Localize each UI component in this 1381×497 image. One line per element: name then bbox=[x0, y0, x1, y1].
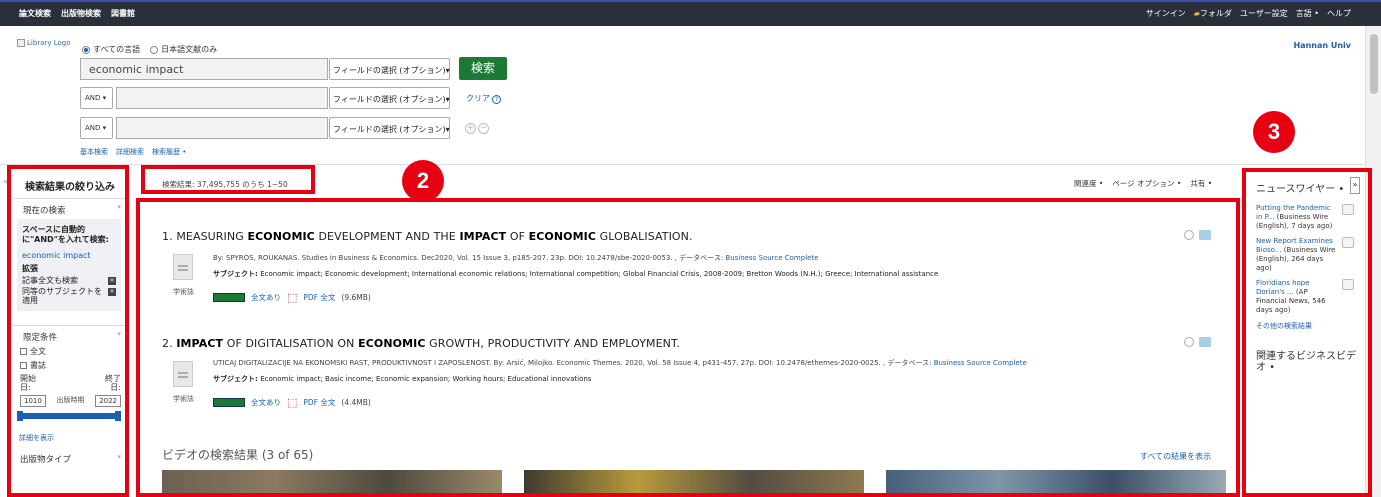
search-row-3: AND ▾ フィールドの選択 (オプション)▾ + − bbox=[80, 117, 489, 139]
search-row-1: economic impact フィールドの選択 (オプション)▾ 検索 bbox=[80, 57, 507, 80]
field-select-2[interactable]: フィールドの選択 (オプション)▾ bbox=[329, 87, 450, 109]
radio-icon bbox=[150, 45, 159, 54]
nav-folder-label: フォルダ bbox=[1199, 9, 1232, 18]
nav-library[interactable]: 図書館 bbox=[111, 8, 135, 19]
top-navigation-bar: 論文検索 出版物検索 図書館 サインイン ▰フォルダ ユーザー設定 言語 • ヘ… bbox=[0, 0, 1381, 26]
search-mode-links: 基本検索 詳細検索 検索履歴 • bbox=[80, 147, 186, 157]
bool-operator-2[interactable]: AND ▾ bbox=[80, 87, 113, 109]
share-dropdown[interactable]: 共有 • bbox=[1190, 178, 1212, 189]
bool-operator-2-label: AND bbox=[85, 94, 101, 102]
field-select-3[interactable]: フィールドの選択 (オプション)▾ bbox=[329, 117, 450, 139]
annotation-box-sidebar bbox=[7, 165, 129, 497]
annotation-box-results bbox=[136, 198, 1240, 497]
clear-link[interactable]: クリア? bbox=[466, 93, 501, 104]
nav-help[interactable]: ヘルプ bbox=[1327, 8, 1351, 19]
annotation-box-count bbox=[141, 165, 315, 194]
nav-sign-in[interactable]: サインイン bbox=[1146, 8, 1186, 19]
search-history-link[interactable]: 検索履歴 • bbox=[152, 147, 186, 157]
chevron-down-icon: ▾ bbox=[445, 125, 450, 134]
search-button[interactable]: 検索 bbox=[459, 57, 507, 80]
basic-search-link[interactable]: 基本検索 bbox=[80, 147, 108, 157]
page-options-dropdown[interactable]: ページ オプション • bbox=[1112, 178, 1181, 189]
nav-user-settings[interactable]: ユーザー設定 bbox=[1240, 8, 1288, 19]
nav-folder[interactable]: ▰フォルダ bbox=[1194, 8, 1232, 19]
institution-name[interactable]: Hannan Univ bbox=[1293, 41, 1351, 50]
search-input-1[interactable]: economic impact bbox=[80, 57, 328, 80]
radio-selected-icon bbox=[82, 45, 90, 54]
clear-link-label: クリア bbox=[466, 93, 490, 103]
field-select-3-label: フィールドの選択 (オプション) bbox=[333, 125, 446, 134]
search-input-2[interactable] bbox=[116, 87, 328, 109]
row-controls: + − bbox=[465, 122, 489, 134]
annotation-box-right-panel bbox=[1242, 168, 1372, 497]
chevron-down-icon: ▾ bbox=[102, 94, 107, 102]
bool-operator-3-label: AND bbox=[85, 124, 101, 132]
chevron-down-icon: ▾ bbox=[445, 65, 450, 75]
add-row-icon[interactable]: + bbox=[465, 122, 476, 134]
field-select-2-label: フィールドの選択 (オプション) bbox=[333, 95, 446, 104]
sort-relevance-dropdown[interactable]: 関連度 • bbox=[1074, 178, 1103, 189]
library-logo-alt: Library Logo bbox=[27, 39, 71, 47]
broken-image-icon bbox=[17, 39, 25, 47]
field-select-1[interactable]: フィールドの選択 (オプション)▾ bbox=[329, 57, 450, 80]
nav-language[interactable]: 言語 • bbox=[1296, 8, 1319, 19]
lang-option-all[interactable]: すべての言語 bbox=[82, 44, 140, 55]
chevron-down-icon: ▾ bbox=[102, 124, 107, 132]
bool-operator-3[interactable]: AND ▾ bbox=[80, 117, 113, 139]
annotation-badge-3: 3 bbox=[1253, 111, 1295, 153]
nav-publication-search[interactable]: 出版物検索 bbox=[61, 8, 101, 19]
search-row-2: AND ▾ フィールドの選択 (オプション)▾ クリア? bbox=[80, 87, 501, 109]
remove-row-icon[interactable]: − bbox=[478, 122, 489, 134]
library-logo[interactable]: Library Logo bbox=[17, 39, 71, 47]
lang-option-all-label: すべての言語 bbox=[93, 45, 141, 54]
nav-article-search[interactable]: 論文検索 bbox=[19, 8, 51, 19]
annotation-badge-2: 2 bbox=[402, 160, 444, 202]
top-nav-left: 論文検索 出版物検索 図書館 bbox=[19, 8, 135, 19]
lang-option-japanese-label: 日本語文献のみ bbox=[161, 45, 218, 54]
language-options: すべての言語 日本語文献のみ bbox=[82, 44, 217, 55]
top-nav-right: サインイン ▰フォルダ ユーザー設定 言語 • ヘルプ bbox=[1146, 8, 1351, 19]
chevron-down-icon: ▾ bbox=[445, 95, 450, 104]
search-input-3[interactable] bbox=[116, 117, 328, 139]
scrollbar-thumb[interactable] bbox=[1370, 34, 1378, 94]
result-tools: 関連度 • ページ オプション • 共有 • bbox=[1074, 178, 1212, 189]
field-select-1-label: フィールドの選択 (オプション) bbox=[333, 65, 446, 75]
advanced-search-link[interactable]: 詳細検索 bbox=[116, 147, 144, 157]
lang-option-japanese[interactable]: 日本語文献のみ bbox=[150, 44, 217, 55]
help-icon[interactable]: ? bbox=[492, 94, 501, 104]
